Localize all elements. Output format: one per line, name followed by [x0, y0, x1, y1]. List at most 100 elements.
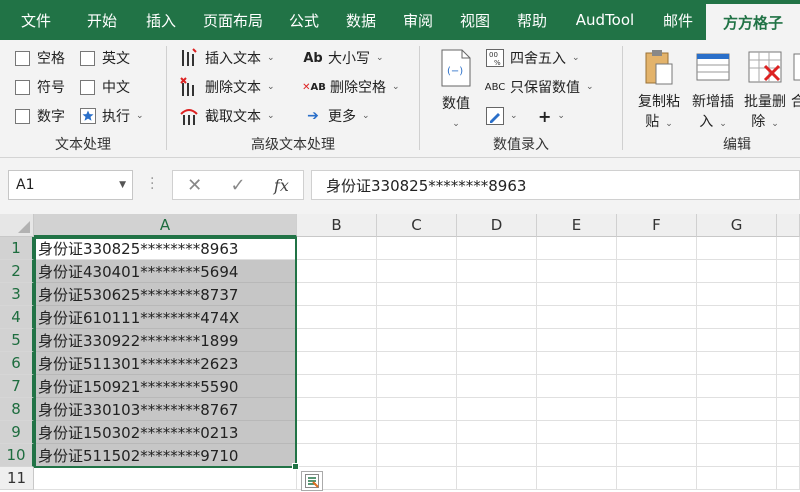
value-button[interactable]: (−) 数值 ⌄: [434, 48, 478, 134]
table-cell[interactable]: [777, 352, 800, 375]
column-header-g[interactable]: G: [697, 214, 777, 237]
table-cell[interactable]: [697, 421, 777, 444]
table-cell[interactable]: [777, 237, 800, 260]
chevron-down-icon[interactable]: ▼: [119, 180, 126, 190]
row-header[interactable]: 7: [0, 375, 34, 398]
table-cell[interactable]: [617, 352, 697, 375]
table-cell[interactable]: [457, 237, 537, 260]
table-cell[interactable]: [617, 306, 697, 329]
table-cell[interactable]: [617, 375, 697, 398]
insert-text-button[interactable]: 插入文本 ⌄: [179, 46, 275, 70]
cell-a[interactable]: 身份证150302********0213: [34, 421, 297, 444]
cell-a[interactable]: 身份证150921********5590: [34, 375, 297, 398]
cell-a[interactable]: 身份证330825********8963: [34, 237, 297, 260]
row-header[interactable]: 2: [0, 260, 34, 283]
table-cell[interactable]: [777, 444, 800, 467]
row-header[interactable]: 4: [0, 306, 34, 329]
table-cell[interactable]: [297, 306, 377, 329]
checkbox-box[interactable]: [80, 79, 95, 95]
table-cell[interactable]: [297, 421, 377, 444]
keep-number-button[interactable]: ABC 只保留数值 ⌄: [485, 75, 594, 99]
cell-a[interactable]: 身份证530625********8737: [34, 283, 297, 306]
table-cell[interactable]: [377, 283, 457, 306]
table-cell[interactable]: [617, 283, 697, 306]
table-cell[interactable]: [697, 329, 777, 352]
insert-function-icon[interactable]: fx: [274, 176, 289, 195]
table-cell[interactable]: [777, 306, 800, 329]
tab-insert[interactable]: 插入: [132, 0, 190, 40]
tab-mail[interactable]: 邮件: [650, 0, 706, 40]
table-cell[interactable]: [457, 306, 537, 329]
cell-a[interactable]: 身份证330103********8767: [34, 398, 297, 421]
table-cell[interactable]: [377, 237, 457, 260]
plus-button[interactable]: + ⌄: [538, 104, 565, 128]
checkbox-box[interactable]: [15, 79, 30, 95]
table-cell[interactable]: [457, 467, 537, 490]
table-cell[interactable]: [537, 237, 617, 260]
column-header-f[interactable]: F: [617, 214, 697, 237]
column-header-h-partial[interactable]: [777, 214, 800, 237]
table-cell[interactable]: [377, 260, 457, 283]
table-cell[interactable]: [297, 283, 377, 306]
table-cell[interactable]: [697, 398, 777, 421]
table-cell[interactable]: [617, 329, 697, 352]
table-cell[interactable]: [697, 306, 777, 329]
delete-text-button[interactable]: 删除文本 ⌄: [179, 75, 275, 99]
table-cell[interactable]: [537, 352, 617, 375]
table-cell[interactable]: [457, 398, 537, 421]
tab-view[interactable]: 视图: [446, 0, 504, 40]
table-cell[interactable]: [777, 421, 800, 444]
table-cell[interactable]: [537, 329, 617, 352]
table-cell[interactable]: [537, 444, 617, 467]
tab-formulas[interactable]: 公式: [276, 0, 332, 40]
tab-help[interactable]: 帮助: [504, 0, 560, 40]
table-cell[interactable]: [537, 260, 617, 283]
table-cell[interactable]: [777, 329, 800, 352]
tab-page-layout[interactable]: 页面布局: [190, 0, 276, 40]
new-insert-button[interactable]: 新增插 入 ⌄: [687, 48, 739, 134]
row-header[interactable]: 1: [0, 237, 34, 260]
table-cell[interactable]: [537, 306, 617, 329]
checkbox-box[interactable]: [80, 50, 95, 66]
name-box[interactable]: A1 ▼: [8, 170, 133, 200]
row-header[interactable]: 3: [0, 283, 34, 306]
round-button[interactable]: 00% 四舍五入 ⌄: [486, 46, 580, 70]
tab-review[interactable]: 审阅: [390, 0, 446, 40]
table-cell[interactable]: [297, 237, 377, 260]
checkbox-box[interactable]: [15, 50, 30, 66]
column-header-d[interactable]: D: [457, 214, 537, 237]
cell-a[interactable]: 身份证610111********474X: [34, 306, 297, 329]
row-header[interactable]: 6: [0, 352, 34, 375]
delete-space-button[interactable]: ✕ AB 删除空格 ⌄: [302, 75, 399, 99]
table-cell[interactable]: [297, 444, 377, 467]
table-cell[interactable]: [297, 398, 377, 421]
table-cell[interactable]: [377, 421, 457, 444]
fill-handle[interactable]: [292, 463, 299, 470]
row-header[interactable]: 10: [0, 444, 34, 467]
table-cell[interactable]: [377, 329, 457, 352]
copy-paste-button[interactable]: 复制粘 贴 ⌄: [633, 48, 685, 134]
case-button[interactable]: Ab 大小写 ⌄: [303, 46, 383, 70]
checkbox-symbol[interactable]: 符号: [15, 75, 65, 99]
cell-a[interactable]: 身份证330922********1899: [34, 329, 297, 352]
table-cell[interactable]: [377, 398, 457, 421]
table-cell[interactable]: [377, 444, 457, 467]
row-header[interactable]: 8: [0, 398, 34, 421]
quick-analysis-icon[interactable]: [301, 471, 323, 491]
checkbox-space[interactable]: 空格: [15, 46, 65, 70]
cut-text-button[interactable]: 截取文本 ⌄: [179, 104, 275, 128]
table-cell[interactable]: [457, 375, 537, 398]
table-cell[interactable]: [617, 260, 697, 283]
row-header[interactable]: 9: [0, 421, 34, 444]
tab-data[interactable]: 数据: [332, 0, 390, 40]
table-cell[interactable]: [457, 260, 537, 283]
table-cell[interactable]: [377, 306, 457, 329]
table-cell[interactable]: [457, 329, 537, 352]
table-cell[interactable]: [697, 444, 777, 467]
table-cell[interactable]: [617, 421, 697, 444]
merge-button-partial[interactable]: 合: [791, 48, 800, 112]
table-cell[interactable]: [617, 444, 697, 467]
table-cell[interactable]: [697, 237, 777, 260]
column-header-a[interactable]: A: [34, 214, 297, 237]
table-cell[interactable]: [697, 283, 777, 306]
